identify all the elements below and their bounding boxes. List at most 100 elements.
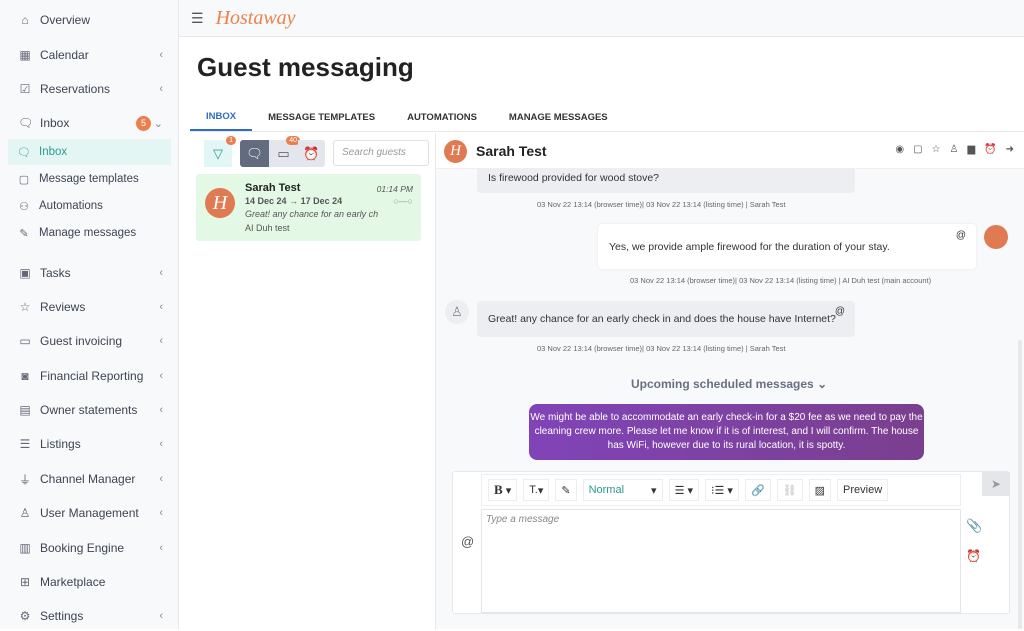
- sidebar-item-financial-reporting[interactable]: ◙ Financial Reporting ‹: [0, 361, 179, 391]
- filter-icon: ▽: [213, 145, 223, 161]
- tabs: INBOX MESSAGE TEMPLATES AUTOMATIONS MANA…: [190, 103, 1024, 132]
- sidebar-item-label: Tasks: [40, 266, 71, 280]
- note-icon[interactable]: ▢: [913, 144, 922, 155]
- message-meta: 03 Nov 22 13:14 (browser time)| 03 Nov 2…: [537, 344, 786, 353]
- sidebar-item-reservations[interactable]: ☑ Reservations ‹: [0, 74, 179, 104]
- layout-icon: ▥: [19, 541, 31, 555]
- sidebar-item-tasks[interactable]: ▣ Tasks ‹: [0, 258, 179, 288]
- chat-header: H Sarah Test ◉ ▢ ☆ ♙ ▆ ⏰ ➜: [436, 133, 1024, 169]
- align-button[interactable]: ☰ ▾: [668, 479, 700, 501]
- sidebar-subitem-label: Automations: [39, 200, 103, 212]
- sidebar-subitem-inbox[interactable]: 🗨 Inbox: [8, 139, 171, 165]
- scheduled-messages-toggle[interactable]: Upcoming scheduled messages ⌄: [631, 377, 827, 391]
- message-bubble: Yes, we provide ample firewood for the d…: [598, 224, 976, 269]
- sidebar-item-label: Listings: [40, 437, 81, 451]
- sidebar-subitem-automations[interactable]: ⚇ Automations: [8, 193, 171, 219]
- message-text: Great! any chance for an early check in …: [488, 313, 836, 325]
- sidebar-item-inbox[interactable]: 🗨 Inbox 5 ⌄: [0, 108, 179, 138]
- chevron-left-icon: ‹: [159, 542, 163, 554]
- arrow-icon: →: [289, 196, 299, 206]
- filter-button[interactable]: ▽ 1: [204, 136, 236, 167]
- chat-icon: 🗨: [18, 116, 34, 130]
- key-icon: ○—○: [393, 196, 413, 206]
- chevron-left-icon: ‹: [159, 335, 163, 347]
- sidebar-item-settings[interactable]: ⚙ Settings ‹: [0, 601, 179, 631]
- sidebar-subitem-label: Message templates: [39, 173, 139, 185]
- sidebar-item-guest-invoicing[interactable]: ▭ Guest invoicing ‹: [0, 326, 179, 356]
- check-out-date: 17 Dec 24: [300, 196, 343, 206]
- message-input[interactable]: Type a message: [481, 509, 961, 613]
- menu-icon[interactable]: ☰: [191, 10, 204, 27]
- sidebar-item-marketplace[interactable]: ⊞ Marketplace: [0, 567, 179, 597]
- color-button[interactable]: ✎: [555, 479, 577, 501]
- user-icon[interactable]: ♙: [949, 144, 958, 155]
- alarm-icon[interactable]: ⏰: [984, 144, 996, 155]
- money-icon: ◙: [21, 369, 29, 383]
- guest-name: Sarah Test: [245, 182, 301, 194]
- image-button[interactable]: ▨: [808, 479, 832, 501]
- text-size-button[interactable]: T. ▾: [523, 479, 550, 501]
- scheduled-message[interactable]: We might be able to accommodate an early…: [529, 404, 924, 460]
- sidebar-subitem-label: Inbox: [39, 146, 68, 158]
- link-button[interactable]: 🔗: [744, 479, 771, 501]
- conversation-item[interactable]: H Sarah Test 01:14 PM 14 Dec 24 → 17 Dec…: [196, 174, 421, 241]
- sidebar-item-reviews[interactable]: ☆ Reviews ‹: [0, 292, 179, 322]
- chevron-left-icon: ‹: [159, 473, 163, 485]
- sidebar-item-owner-statements[interactable]: ▤ Owner statements ‹: [0, 395, 179, 425]
- statement-icon: ▤: [19, 403, 31, 417]
- sidebar-item-label: Settings: [40, 609, 84, 623]
- message-text: Yes, we provide ample firewood for the d…: [609, 240, 890, 253]
- sidebar-item-label: Inbox: [40, 116, 70, 130]
- sidebar-item-channel-manager[interactable]: ⏚ Channel Manager ‹: [0, 464, 179, 494]
- user-icon: ♙: [19, 506, 31, 520]
- archive-icon: ▭: [277, 145, 290, 161]
- alarm-icon[interactable]: ⏰: [966, 549, 981, 563]
- inbox-badge: 5: [136, 115, 151, 131]
- chevron-down-icon: ⌄: [153, 117, 163, 130]
- unlink-button[interactable]: ⛓: [776, 479, 803, 501]
- eye-icon[interactable]: ◉: [895, 144, 904, 155]
- paperclip-icon[interactable]: 📎: [966, 518, 982, 534]
- chevron-left-icon: ‹: [159, 507, 163, 519]
- chat-guest-name: Sarah Test: [476, 143, 547, 159]
- guest-avatar-icon: ♙: [445, 300, 469, 324]
- conversation-time: 01:14 PM: [376, 184, 413, 194]
- sidebar-item-booking-engine[interactable]: ▥ Booking Engine ‹: [0, 533, 179, 563]
- preview-button[interactable]: Preview: [837, 479, 889, 501]
- tab-manage-messages[interactable]: MANAGE MESSAGES: [493, 103, 624, 131]
- sidebar-item-label: Reservations: [40, 82, 111, 96]
- sidebar-item-overview[interactable]: ⌂ Overview: [0, 5, 179, 35]
- sidebar-item-listings[interactable]: ☰ Listings ‹: [0, 429, 179, 459]
- star-icon[interactable]: ☆: [932, 144, 941, 155]
- subitem-icon: 🗨: [17, 146, 31, 159]
- briefcase-icon: ▣: [19, 266, 31, 280]
- scheduled-button[interactable]: ⏰: [298, 140, 325, 167]
- invoice-icon: ▭: [19, 334, 31, 348]
- send-button[interactable]: ➤: [982, 472, 1010, 496]
- filter-badge: 1: [226, 136, 236, 145]
- guest-avatar: H: [444, 140, 467, 163]
- list-button[interactable]: ⁝☰ ▾: [705, 479, 739, 501]
- editor-toolbar: B ▾ T. ▾ ✎ Normal ▾ ☰ ▾ ⁝☰ ▾ 🔗 ⛓ ▨ Preview: [481, 474, 961, 506]
- stay-dates: 14 Dec 24 → 17 Dec 24: [245, 196, 342, 206]
- sidebar-item-calendar[interactable]: ▦ Calendar ‹: [0, 40, 179, 70]
- calendar-icon[interactable]: ▆: [967, 144, 975, 155]
- tab-automations[interactable]: AUTOMATIONS: [391, 103, 493, 131]
- chevron-left-icon: ‹: [159, 267, 163, 279]
- style-select[interactable]: Normal ▾: [582, 479, 663, 501]
- tab-inbox[interactable]: INBOX: [190, 103, 253, 131]
- chevron-left-icon: ‹: [159, 301, 163, 313]
- chevron-right-circle-icon[interactable]: ➜: [1006, 144, 1014, 155]
- search-input[interactable]: Search guests: [333, 140, 429, 166]
- sidebar-subitem-manage-messages[interactable]: ✎ Manage messages: [8, 220, 171, 246]
- sidebar-item-user-management[interactable]: ♙ User Management ‹: [0, 498, 179, 528]
- sidebar-subitem-message-templates[interactable]: ▢ Message templates: [8, 166, 171, 192]
- sidebar-item-label: Channel Manager: [40, 472, 136, 486]
- archive-button[interactable]: ▭ 40: [269, 136, 300, 167]
- scrollbar[interactable]: [1018, 340, 1022, 629]
- bold-button[interactable]: B ▾: [488, 479, 518, 501]
- message-preview: Great! any chance for an early ch: [245, 209, 379, 219]
- conversations-button[interactable]: 🗨: [240, 140, 269, 167]
- mention-icon[interactable]: @: [461, 534, 474, 549]
- tab-message-templates[interactable]: MESSAGE TEMPLATES: [252, 103, 391, 131]
